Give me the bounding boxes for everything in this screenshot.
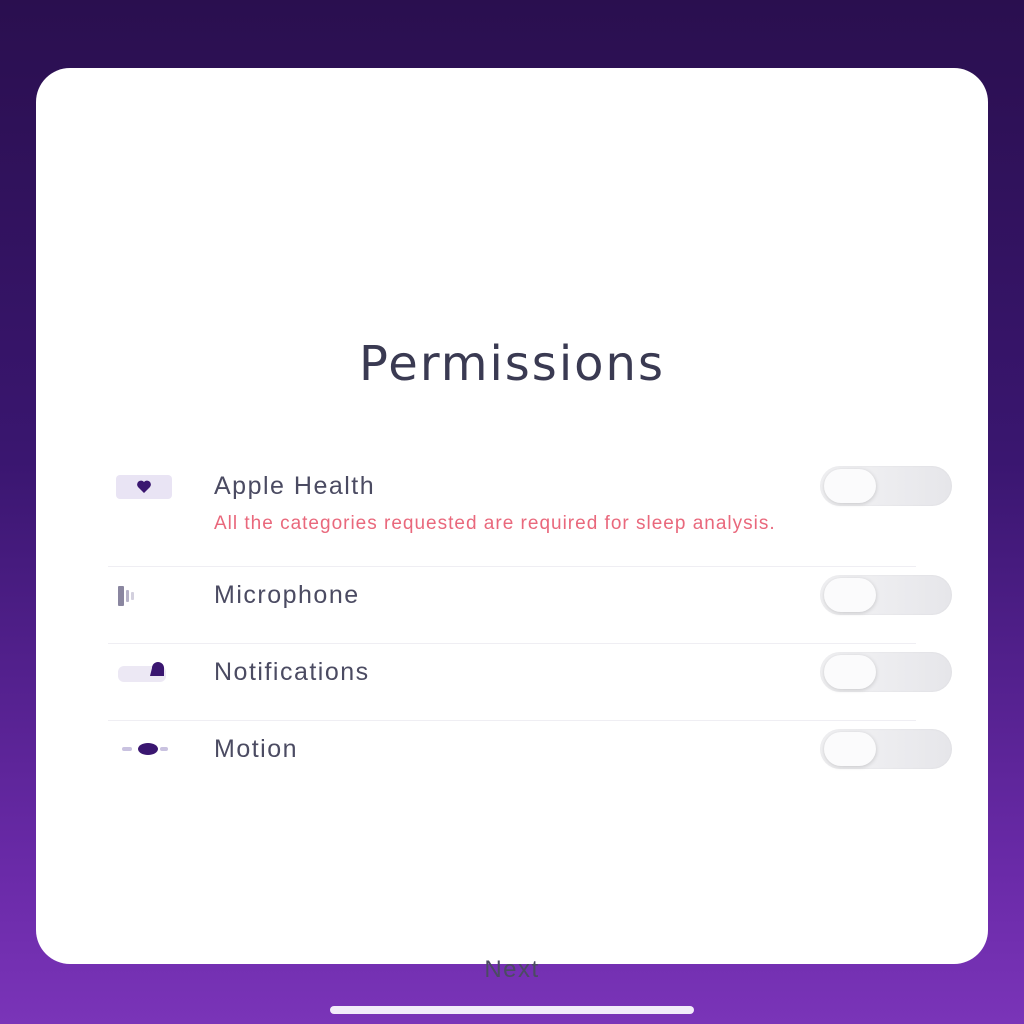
toggle-knob xyxy=(824,578,876,612)
permission-row-motion: Motion xyxy=(108,721,952,781)
permission-label: Notifications xyxy=(214,658,370,686)
bell-icon xyxy=(114,658,174,688)
toggle-knob xyxy=(824,732,876,766)
permissions-card: Permissions Apple Health All the categor… xyxy=(36,68,988,983)
motion-icon xyxy=(114,735,174,765)
home-indicator xyxy=(330,1006,694,1014)
permission-label: Microphone xyxy=(214,581,360,609)
permission-label: Apple Health xyxy=(214,472,376,500)
permission-row-notifications: Notifications xyxy=(108,644,952,721)
permission-warning-text: All the categories requested are require… xyxy=(214,513,776,534)
permission-row-microphone: Microphone xyxy=(108,567,952,644)
notifications-toggle[interactable] xyxy=(820,652,952,692)
heart-icon xyxy=(114,472,174,502)
microphone-toggle[interactable] xyxy=(820,575,952,615)
permissions-list: Apple Health All the categories requeste… xyxy=(108,458,952,781)
motion-toggle[interactable] xyxy=(820,729,952,769)
toggle-knob xyxy=(824,469,876,503)
toggle-knob xyxy=(824,655,876,689)
permission-row-apple-health: Apple Health All the categories requeste… xyxy=(108,458,952,567)
microphone-icon xyxy=(114,581,174,611)
permission-label: Motion xyxy=(214,735,299,763)
page-title: Permissions xyxy=(359,336,665,392)
next-button[interactable]: Next xyxy=(36,956,988,984)
apple-health-toggle[interactable] xyxy=(820,466,952,506)
